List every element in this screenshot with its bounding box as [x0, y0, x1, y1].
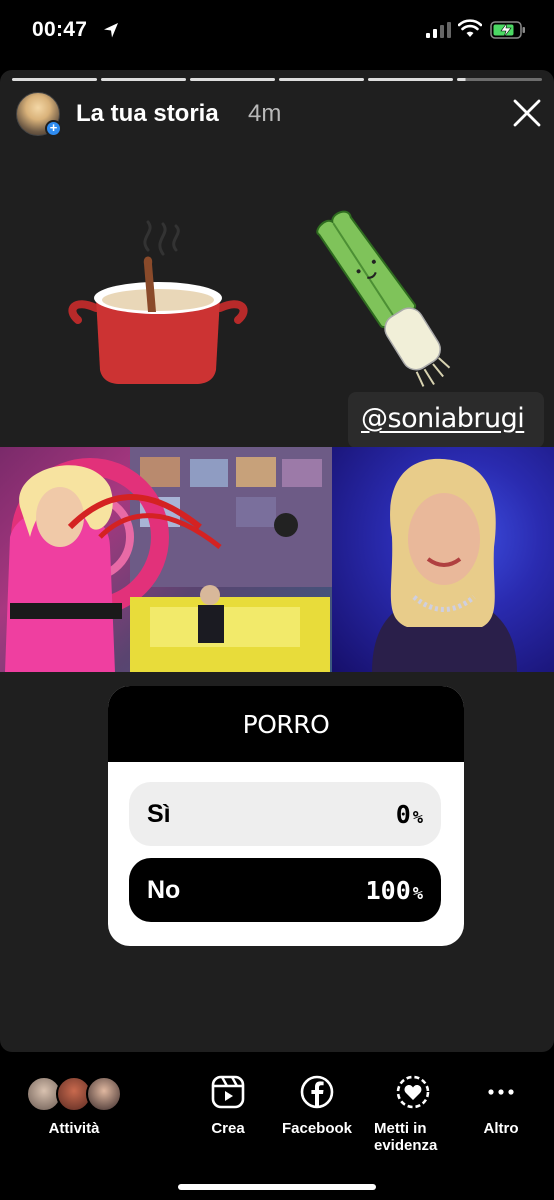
- activity-label[interactable]: Attività: [38, 1120, 110, 1137]
- story-photo: [0, 447, 554, 672]
- poll-sticker[interactable]: PORRO Sì 0% No 100%: [108, 686, 464, 946]
- highlight-icon[interactable]: [395, 1074, 431, 1110]
- poll-option-percent: 100%: [365, 876, 423, 905]
- leek-sticker[interactable]: [314, 198, 464, 408]
- story-progress-bar: [12, 78, 542, 81]
- home-indicator[interactable]: [178, 1184, 376, 1190]
- poll-option-no[interactable]: No 100%: [129, 858, 441, 922]
- battery-charging-icon: [490, 21, 525, 39]
- photo-left-panel: [0, 447, 332, 672]
- poll-option-percent: 0%: [395, 800, 423, 829]
- photo-right-panel: [332, 447, 554, 672]
- highlight-label[interactable]: Metti in evidenza: [374, 1120, 452, 1154]
- mention-username[interactable]: @soniabrugi: [361, 403, 525, 434]
- progress-segment: [101, 78, 186, 81]
- more-label[interactable]: Altro: [474, 1120, 528, 1137]
- poll-option-label: Sì: [147, 800, 171, 828]
- facebook-icon[interactable]: [299, 1074, 335, 1110]
- reels-icon[interactable]: [210, 1074, 246, 1110]
- progress-segment: [279, 78, 364, 81]
- studio-scene-image: [5, 447, 332, 672]
- progress-segment-current: [457, 78, 542, 81]
- status-time: 00:47: [32, 18, 88, 41]
- presenter-image: [372, 458, 517, 672]
- poll-question: PORRO: [242, 709, 330, 739]
- location-arrow-icon: [104, 23, 118, 38]
- story-action-bar: Attività Crea Facebook Metti in evidenza …: [0, 1052, 554, 1200]
- poll-header: PORRO: [108, 686, 464, 762]
- progress-segment: [368, 78, 453, 81]
- story-title[interactable]: La tua storia: [76, 100, 219, 128]
- more-icon[interactable]: [483, 1074, 519, 1110]
- add-story-icon[interactable]: +: [45, 120, 62, 137]
- story-viewer[interactable]: + La tua storia 4m @soniabrugi PORRO Sì …: [0, 70, 554, 1052]
- wifi-icon: [458, 19, 482, 37]
- cellular-signal-icon: [426, 22, 451, 38]
- cooking-pot-sticker[interactable]: [68, 220, 248, 390]
- progress-segment: [12, 78, 97, 81]
- viewer-avatar: [86, 1076, 122, 1112]
- create-label[interactable]: Crea: [196, 1120, 260, 1137]
- activity-avatars[interactable]: [26, 1076, 126, 1112]
- mention-sticker[interactable]: @soniabrugi: [348, 392, 544, 448]
- story-time-ago: 4m: [248, 100, 282, 127]
- status-bar: 00:47: [0, 0, 554, 62]
- progress-segment: [190, 78, 275, 81]
- close-icon[interactable]: [510, 96, 544, 130]
- poll-option-si[interactable]: Sì 0%: [129, 782, 441, 846]
- facebook-label[interactable]: Facebook: [276, 1120, 358, 1137]
- poll-option-label: No: [147, 876, 181, 904]
